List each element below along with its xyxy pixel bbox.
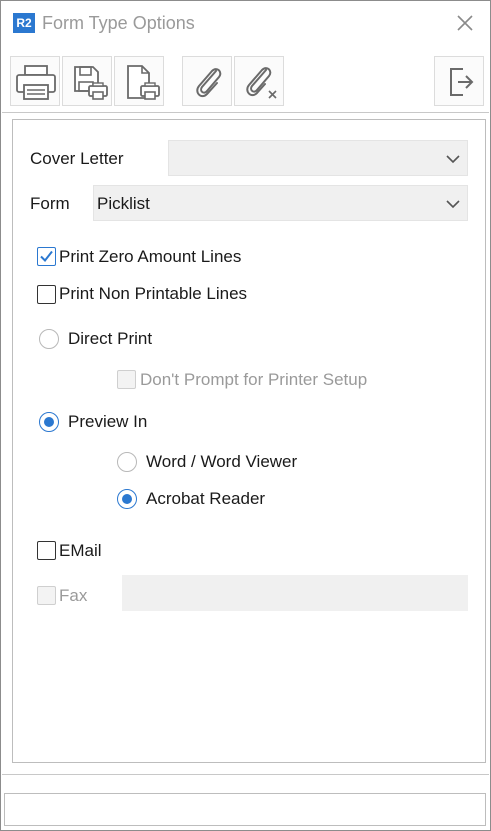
print-zero-amount-lines-label[interactable]: Print Zero Amount Lines [59,247,241,267]
direct-print-label[interactable]: Direct Print [68,329,152,349]
print-zero-amount-lines-checkbox[interactable] [37,247,56,266]
footer-divider [2,774,489,775]
print-non-printable-lines-checkbox[interactable] [37,285,56,304]
email-label[interactable]: EMail [59,541,102,561]
save-print-button[interactable] [62,56,112,106]
chevron-down-icon [446,155,460,164]
document-printer-icon [127,65,160,100]
title-bar: R2 Form Type Options [1,1,490,45]
word-viewer-label[interactable]: Word / Word Viewer [146,452,297,472]
remove-attachment-button[interactable] [234,56,284,106]
exit-button[interactable] [434,56,484,106]
form-type-options-window: R2 Form Type Options Cover Letter Form P… [0,0,491,831]
status-bar [4,793,486,826]
preview-in-label[interactable]: Preview In [68,412,147,432]
form-label: Form [30,194,70,213]
form-dropdown[interactable]: Picklist [93,185,468,221]
acrobat-reader-label[interactable]: Acrobat Reader [146,489,265,509]
email-checkbox[interactable] [37,541,56,560]
toolbar-divider [2,112,489,113]
exit-icon [450,68,474,96]
document-print-button[interactable] [114,56,164,106]
window-title: Form Type Options [42,13,195,33]
dont-prompt-printer-setup-label: Don't Prompt for Printer Setup [140,370,368,389]
close-icon[interactable] [455,13,475,33]
save-printer-icon [74,66,108,100]
attach-button[interactable] [182,56,232,106]
print-non-printable-lines-label[interactable]: Print Non Printable Lines [59,284,247,304]
fax-checkbox[interactable] [37,586,56,605]
form-value: Picklist [97,194,150,213]
cover-letter-dropdown[interactable] [168,140,468,176]
direct-print-radio[interactable] [39,329,59,349]
fax-number-field[interactable] [122,575,468,611]
preview-in-radio[interactable] [39,412,59,432]
paperclip-icon [196,68,222,98]
app-logo-icon: R2 [13,13,35,33]
cover-letter-label: Cover Letter [30,149,124,168]
printer-icon [16,65,56,100]
fax-label: Fax [59,586,88,605]
dont-prompt-printer-setup-checkbox[interactable] [117,370,136,389]
print-button[interactable] [10,56,60,106]
acrobat-reader-radio[interactable] [117,489,137,509]
checkmark-icon [40,250,53,263]
paperclip-remove-icon [246,67,277,99]
word-viewer-radio[interactable] [117,452,137,472]
chevron-down-icon [446,200,460,209]
